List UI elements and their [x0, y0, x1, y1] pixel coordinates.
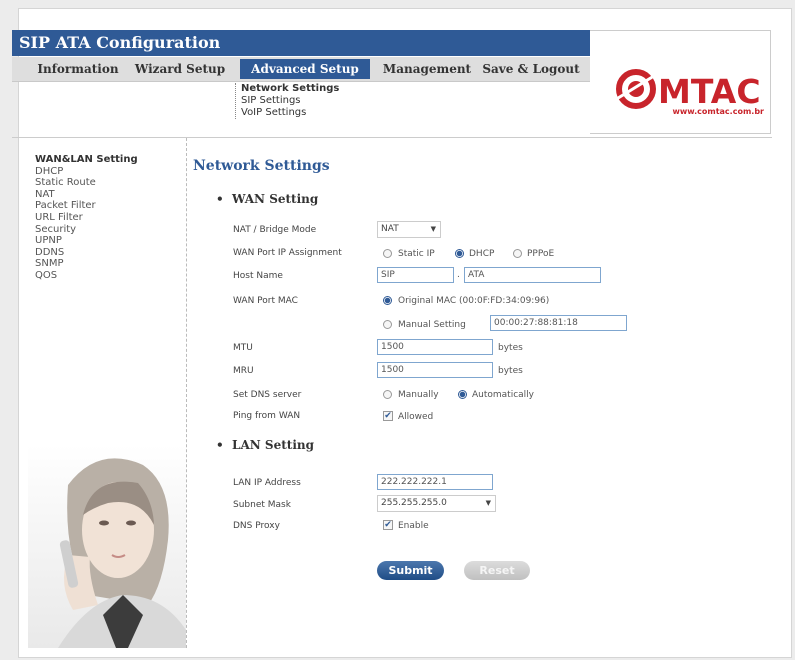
- static-ip-radio[interactable]: [383, 249, 392, 258]
- manual-mac-radio[interactable]: [383, 320, 392, 329]
- sidebar-item-ddns[interactable]: DDNS: [35, 247, 138, 259]
- sidebar-item-nat[interactable]: NAT: [35, 189, 138, 201]
- company-logo: MTAC www.comtac.com.br: [590, 30, 771, 134]
- nav-save-logout[interactable]: Save & Logout: [481, 59, 581, 79]
- nat-mode-label: NAT / Bridge Mode: [233, 225, 317, 235]
- submit-button[interactable]: Submit: [377, 561, 444, 580]
- static-ip-label: Static IP: [398, 249, 435, 259]
- host-name-field-2[interactable]: [464, 267, 601, 283]
- header-divider: [12, 137, 772, 138]
- sidebar-item-upnp[interactable]: UPNP: [35, 235, 138, 247]
- mtu-label: MTU: [233, 343, 253, 353]
- pppoe-radio[interactable]: [513, 249, 522, 258]
- nav-advanced-setup[interactable]: Advanced Setup: [240, 59, 370, 79]
- lan-heading-text: LAN Setting: [232, 438, 314, 452]
- sidebar-item-wan-lan[interactable]: WAN&LAN Setting: [35, 154, 138, 166]
- nav-information[interactable]: Information: [34, 59, 122, 79]
- manual-mac-field[interactable]: [490, 315, 627, 331]
- subnet-mask-label: Subnet Mask: [233, 500, 291, 510]
- original-mac-radio[interactable]: [383, 296, 392, 305]
- dns-proxy-checkbox[interactable]: ✔: [383, 520, 393, 530]
- checkmark-icon: ✔: [384, 411, 392, 421]
- sidebar-divider: [186, 138, 187, 648]
- svg-text:MTAC: MTAC: [658, 72, 761, 111]
- nav-wizard-setup[interactable]: Wizard Setup: [130, 59, 230, 79]
- checkmark-icon: ✔: [384, 520, 392, 530]
- subnet-mask-select[interactable]: 255.255.255.0 ▼: [377, 495, 496, 512]
- sidebar-item-url-filter[interactable]: URL Filter: [35, 212, 138, 224]
- sidebar-item-static-route[interactable]: Static Route: [35, 177, 138, 189]
- dns-proxy-option: Enable: [398, 521, 429, 531]
- app-title: SIP ATA Configuration: [12, 30, 590, 56]
- logo-icon: MTAC: [609, 69, 761, 111]
- chevron-down-icon: ▼: [430, 225, 436, 233]
- ip-assignment-label: WAN Port IP Assignment: [233, 248, 342, 258]
- dns-auto-label: Automatically: [472, 390, 534, 400]
- sub-nav: Network Settings SIP Settings VoIP Setti…: [235, 83, 339, 119]
- subnav-voip-settings[interactable]: VoIP Settings: [241, 107, 339, 119]
- chevron-down-icon: ▼: [485, 499, 491, 507]
- dns-auto-radio[interactable]: [458, 390, 467, 399]
- sidebar-item-packet-filter[interactable]: Packet Filter: [35, 200, 138, 212]
- host-name-label: Host Name: [233, 271, 283, 281]
- ping-wan-checkbox[interactable]: ✔: [383, 411, 393, 421]
- dns-server-label: Set DNS server: [233, 390, 302, 400]
- mtu-field[interactable]: [377, 339, 493, 355]
- lan-ip-label: LAN IP Address: [233, 478, 301, 488]
- wan-section-heading: • WAN Setting: [216, 192, 318, 206]
- bullet-icon: •: [216, 438, 224, 452]
- nat-mode-value: NAT: [381, 224, 399, 234]
- subnav-sip-settings[interactable]: SIP Settings: [241, 95, 339, 107]
- bullet-icon: •: [216, 192, 224, 206]
- lan-ip-field[interactable]: [377, 474, 493, 490]
- original-mac-label: Original MAC (00:0F:FD:34:09:96): [398, 296, 550, 306]
- mru-label: MRU: [233, 366, 254, 376]
- pppoe-label: PPPoE: [527, 249, 555, 259]
- logo-url: www.comtac.com.br: [672, 107, 764, 116]
- lan-section-heading: • LAN Setting: [216, 438, 314, 452]
- mru-field[interactable]: [377, 362, 493, 378]
- ping-wan-label: Ping from WAN: [233, 411, 301, 421]
- top-nav: Information Wizard Setup Advanced Setup …: [12, 57, 590, 82]
- dhcp-label: DHCP: [469, 249, 495, 259]
- ping-wan-option: Allowed: [398, 412, 434, 422]
- dns-proxy-label: DNS Proxy: [233, 521, 280, 531]
- wan-heading-text: WAN Setting: [232, 192, 319, 206]
- mtu-unit: bytes: [498, 343, 523, 353]
- sidebar: WAN&LAN Setting DHCP Static Route NAT Pa…: [35, 154, 138, 282]
- subnav-network-settings[interactable]: Network Settings: [241, 83, 339, 95]
- reset-button[interactable]: Reset: [464, 561, 530, 580]
- host-name-field-1[interactable]: [377, 267, 454, 283]
- wan-mac-label: WAN Port MAC: [233, 296, 298, 306]
- sidebar-item-security[interactable]: Security: [35, 224, 138, 236]
- page-title: Network Settings: [193, 158, 330, 174]
- sidebar-item-snmp[interactable]: SNMP: [35, 258, 138, 270]
- mru-unit: bytes: [498, 366, 523, 376]
- support-agent-photo: [28, 445, 186, 648]
- nav-management[interactable]: Management: [377, 59, 477, 79]
- subnet-mask-value: 255.255.255.0: [381, 498, 447, 508]
- host-name-separator: .: [457, 270, 460, 280]
- dns-manual-label: Manually: [398, 390, 439, 400]
- nat-mode-select[interactable]: NAT ▼: [377, 221, 441, 238]
- sidebar-item-qos[interactable]: QOS: [35, 270, 138, 282]
- dns-manual-radio[interactable]: [383, 390, 392, 399]
- dhcp-radio[interactable]: [455, 249, 464, 258]
- sidebar-item-dhcp[interactable]: DHCP: [35, 166, 138, 178]
- manual-mac-label: Manual Setting: [398, 320, 466, 330]
